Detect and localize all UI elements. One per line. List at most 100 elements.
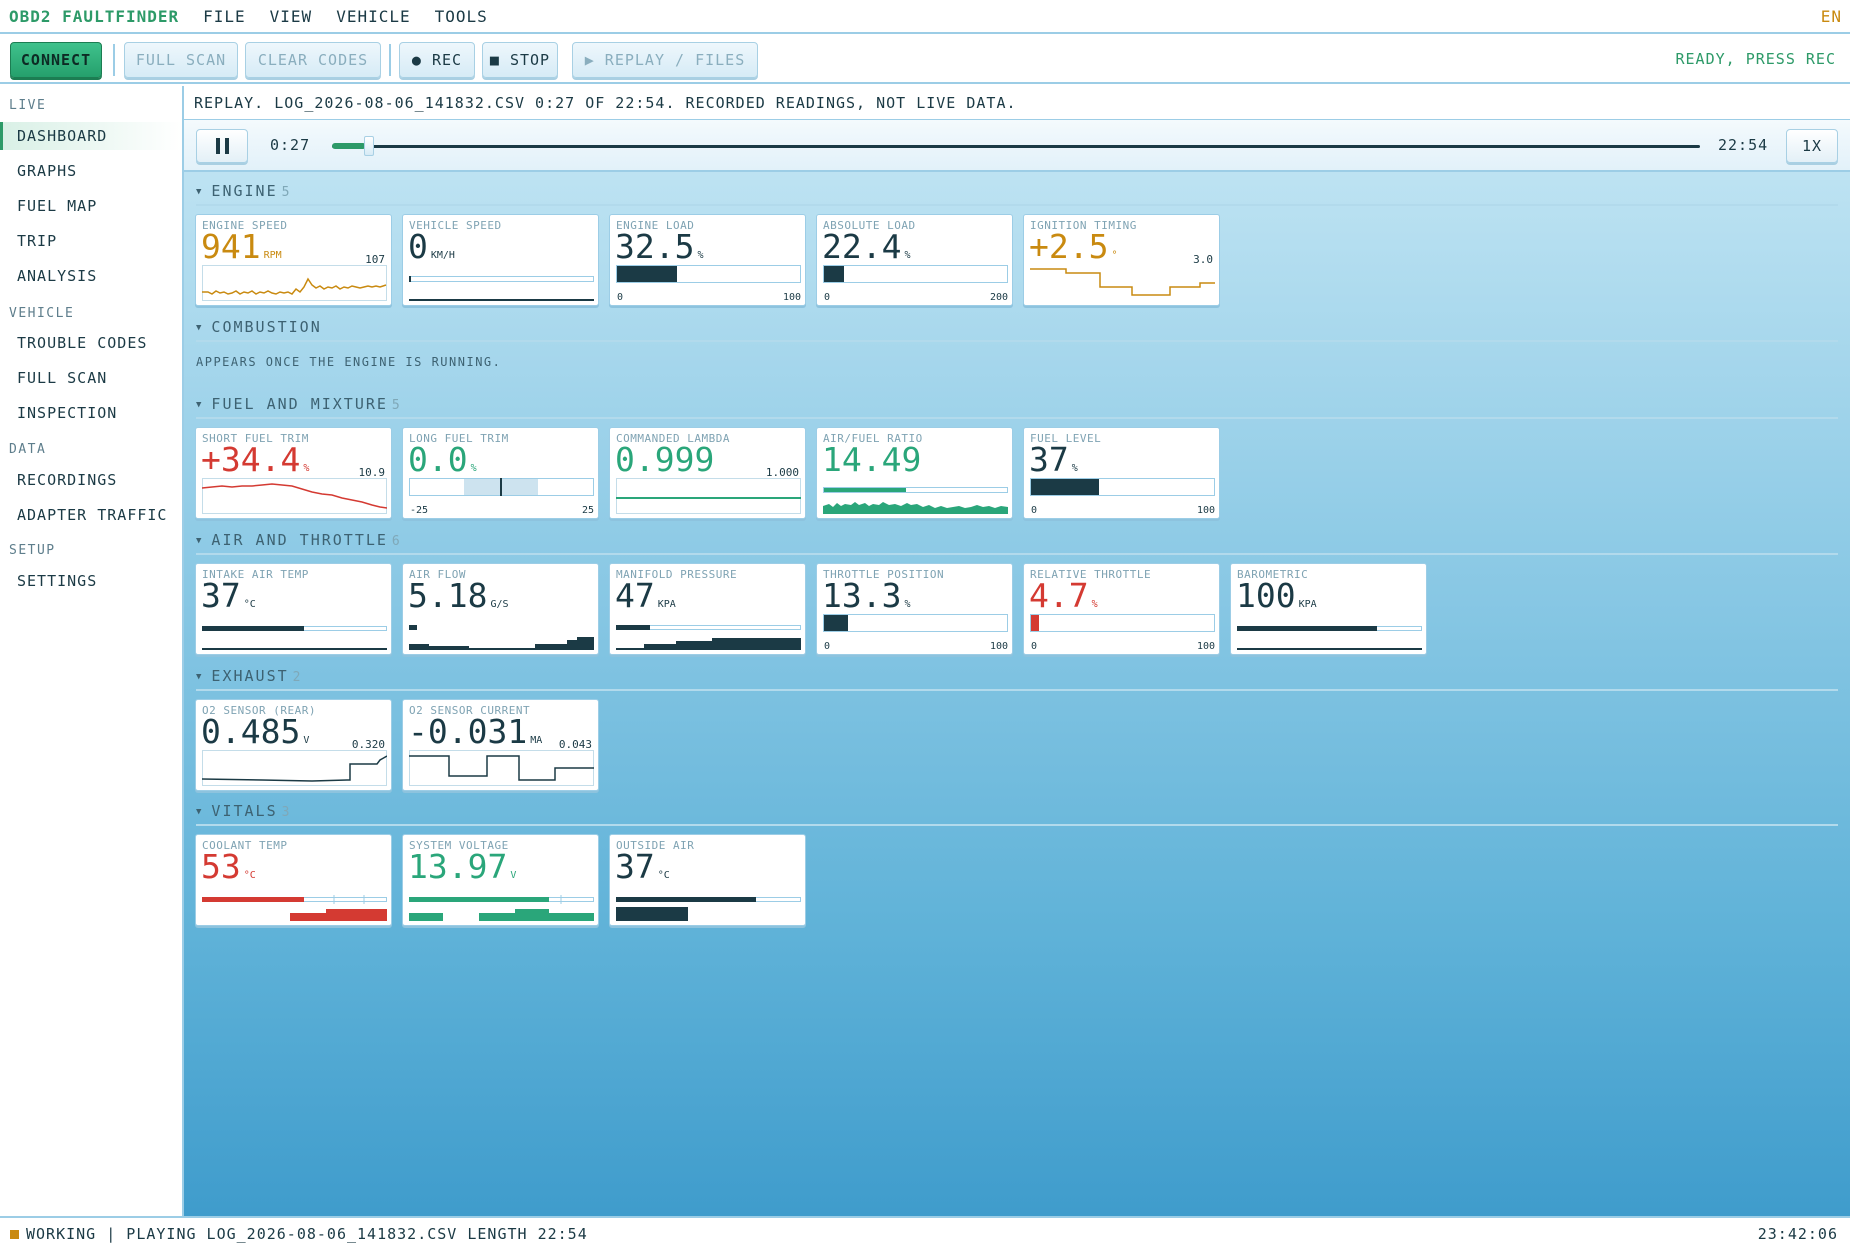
sidebar: LIVE DASHBOARD GRAPHS FUEL MAP TRIP ANAL… bbox=[0, 86, 184, 1216]
sidebar-item-analysis[interactable]: ANALYSIS bbox=[0, 262, 182, 290]
sidebar-item-dashboard[interactable]: DASHBOARD bbox=[0, 122, 182, 150]
group-title: FUEL AND MIXTURE bbox=[211, 395, 388, 413]
card-fuel-level[interactable]: FUEL LEVEL 37% 0 100 bbox=[1023, 427, 1220, 519]
outside-air-chart bbox=[616, 897, 801, 921]
group-count: 3 bbox=[281, 805, 292, 820]
group-fuel-header[interactable]: ▼ FUEL AND MIXTURE 5 bbox=[196, 395, 1838, 419]
replay-player: 0:27 22:54 1X bbox=[184, 120, 1850, 172]
group-air-header[interactable]: ▼ AIR AND THROTTLE 6 bbox=[196, 531, 1838, 555]
group-engine-header[interactable]: ▼ ENGINE 5 bbox=[196, 182, 1838, 206]
card-value: 0.999 bbox=[615, 440, 715, 479]
sidebar-section-live: LIVE bbox=[9, 98, 47, 113]
card-o2-sensor-current[interactable]: O2 SENSOR CURRENT -0.031 MA 0.043 bbox=[402, 699, 599, 791]
collapse-caret-icon: ▼ bbox=[196, 536, 204, 546]
replay-banner: REPLAY. LOG_2026-08-06_141832.CSV 0:27 O… bbox=[184, 86, 1850, 120]
connect-button[interactable]: CONNECT bbox=[10, 42, 102, 78]
scale-min: 0 bbox=[617, 292, 624, 303]
group-exhaust-header[interactable]: ▼ EXHAUST 2 bbox=[196, 667, 1838, 691]
card-o2-sensor-rear[interactable]: O2 SENSOR (REAR) 0.485 V 0.320 bbox=[195, 699, 392, 791]
sidebar-item-fuel-map[interactable]: FUEL MAP bbox=[0, 192, 182, 220]
card-outside-air[interactable]: OUTSIDE AIR 37 °C bbox=[609, 834, 806, 926]
language-switch[interactable]: EN bbox=[1821, 7, 1842, 26]
full-scan-button[interactable]: FULL SCAN bbox=[124, 42, 238, 78]
card-throttle-position[interactable]: THROTTLE POSITION 13.3% 0 100 bbox=[816, 563, 1013, 655]
sidebar-item-full-scan[interactable]: FULL SCAN bbox=[0, 364, 182, 392]
combustion-empty-message: APPEARS ONCE THE ENGINE IS RUNNING. bbox=[196, 355, 502, 369]
fuel-level-gauge bbox=[1030, 478, 1215, 496]
menu-tools[interactable]: TOOLS bbox=[435, 7, 488, 26]
card-coolant-temp[interactable]: COOLANT TEMP 53 °C bbox=[195, 834, 392, 926]
card-relative-throttle[interactable]: RELATIVE THROTTLE 4.7% 0 100 bbox=[1023, 563, 1220, 655]
pause-button[interactable] bbox=[196, 129, 248, 163]
group-count: 5 bbox=[391, 398, 402, 413]
card-manifold-pressure[interactable]: MANIFOLD PRESSURE 47 KPA bbox=[609, 563, 806, 655]
pause-icon bbox=[215, 138, 220, 154]
replay-files-button[interactable]: ▶ REPLAY / FILES bbox=[572, 42, 758, 78]
menu-view[interactable]: VIEW bbox=[270, 7, 313, 26]
scale-max: 100 bbox=[782, 292, 801, 303]
group-title: EXHAUST bbox=[211, 667, 289, 685]
replay-seek-handle[interactable] bbox=[364, 136, 374, 156]
sidebar-item-settings[interactable]: SETTINGS bbox=[0, 567, 182, 595]
menu-file[interactable]: FILE bbox=[203, 7, 246, 26]
activity-indicator-icon bbox=[10, 1230, 19, 1239]
sidebar-section-vehicle: VEHICLE bbox=[9, 306, 75, 321]
card-long-fuel-trim[interactable]: LONG FUEL TRIM 0.0% -25 25 bbox=[402, 427, 599, 519]
menu-vehicle[interactable]: VEHICLE bbox=[336, 7, 410, 26]
record-button[interactable]: ● REC bbox=[399, 42, 475, 78]
group-title: ENGINE bbox=[211, 182, 278, 200]
throttle-position-gauge bbox=[823, 614, 1008, 632]
card-intake-air-temp[interactable]: INTAKE AIR TEMP 37 °C bbox=[195, 563, 392, 655]
toolbar-divider bbox=[389, 44, 391, 76]
scale-min: 0 bbox=[824, 292, 831, 303]
intake-air-temp-bar bbox=[202, 626, 387, 650]
playback-speed-button[interactable]: 1X bbox=[1786, 129, 1838, 163]
engine-load-gauge bbox=[616, 265, 801, 283]
group-vitals-header[interactable]: ▼ VITALS 3 bbox=[196, 802, 1838, 826]
ignition-timing-sparkline bbox=[1030, 268, 1215, 296]
card-absolute-load[interactable]: ABSOLUTE LOAD 22.4% 0 200 bbox=[816, 214, 1013, 306]
status-message: WORKING | PLAYING LOG_2026-08-06_141832.… bbox=[26, 1225, 588, 1243]
barometric-bar bbox=[1237, 626, 1422, 650]
card-ignition-timing[interactable]: IGNITION TIMING +2.5 ° 3.0 bbox=[1023, 214, 1220, 306]
card-commanded-lambda[interactable]: COMMANDED LAMBDA 0.999 1.000 bbox=[609, 427, 806, 519]
sidebar-item-adapter-traffic[interactable]: ADAPTER TRAFFIC bbox=[0, 501, 182, 529]
status-bar: WORKING | PLAYING LOG_2026-08-06_141832.… bbox=[0, 1216, 1850, 1250]
stop-button[interactable]: ■ STOP bbox=[482, 42, 558, 78]
sidebar-item-trip[interactable]: TRIP bbox=[0, 227, 182, 255]
scale-max: 100 bbox=[1196, 641, 1215, 652]
toolbar: CONNECT FULL SCAN CLEAR CODES ● REC ■ ST… bbox=[0, 36, 1850, 84]
replay-seek-progress bbox=[332, 143, 366, 149]
system-voltage-chart bbox=[409, 895, 594, 921]
menu-bar: OBD2 FAULTFINDER FILE VIEW VEHICLE TOOLS… bbox=[0, 0, 1850, 34]
scale-min: 0 bbox=[824, 641, 831, 652]
card-system-voltage[interactable]: SYSTEM VOLTAGE 13.97 V bbox=[402, 834, 599, 926]
group-combustion-header[interactable]: ▼ COMBUSTION bbox=[196, 318, 1838, 342]
scale-min: 0 bbox=[1031, 505, 1038, 516]
status-clock: 23:42:06 bbox=[1757, 1225, 1838, 1243]
group-title: COMBUSTION bbox=[211, 318, 322, 336]
card-barometric[interactable]: BAROMETRIC 100 KPA bbox=[1230, 563, 1427, 655]
scale-max: 200 bbox=[989, 292, 1008, 303]
card-short-fuel-trim[interactable]: SHORT FUEL TRIM +34.4% 10.9 bbox=[195, 427, 392, 519]
replay-seek-track[interactable] bbox=[332, 145, 1700, 148]
card-vehicle-speed[interactable]: VEHICLE SPEED 0 KM/H bbox=[402, 214, 599, 306]
sidebar-item-graphs[interactable]: GRAPHS bbox=[0, 157, 182, 185]
pause-icon bbox=[224, 138, 229, 154]
clear-codes-button[interactable]: CLEAR CODES bbox=[245, 42, 381, 78]
card-air-fuel-ratio[interactable]: AIR/FUEL RATIO 14.49 bbox=[816, 427, 1013, 519]
sidebar-item-recordings[interactable]: RECORDINGS bbox=[0, 466, 182, 494]
toolbar-divider bbox=[113, 44, 115, 76]
card-engine-speed[interactable]: ENGINE SPEED 941 RPM 107 bbox=[195, 214, 392, 306]
sidebar-item-inspection[interactable]: INSPECTION bbox=[0, 399, 182, 427]
group-count: 6 bbox=[391, 534, 402, 549]
group-title: AIR AND THROTTLE bbox=[211, 531, 388, 549]
coolant-temp-chart bbox=[202, 895, 387, 921]
card-engine-load[interactable]: ENGINE LOAD 32.5% 0 100 bbox=[609, 214, 806, 306]
collapse-caret-icon: ▼ bbox=[196, 187, 204, 197]
app-title: OBD2 FAULTFINDER bbox=[9, 6, 180, 26]
sidebar-item-trouble-codes[interactable]: TROUBLE CODES bbox=[0, 329, 182, 357]
manifold-pressure-chart bbox=[616, 625, 801, 650]
relative-throttle-gauge bbox=[1030, 614, 1215, 632]
card-air-flow[interactable]: AIR FLOW 5.18 G/S bbox=[402, 563, 599, 655]
